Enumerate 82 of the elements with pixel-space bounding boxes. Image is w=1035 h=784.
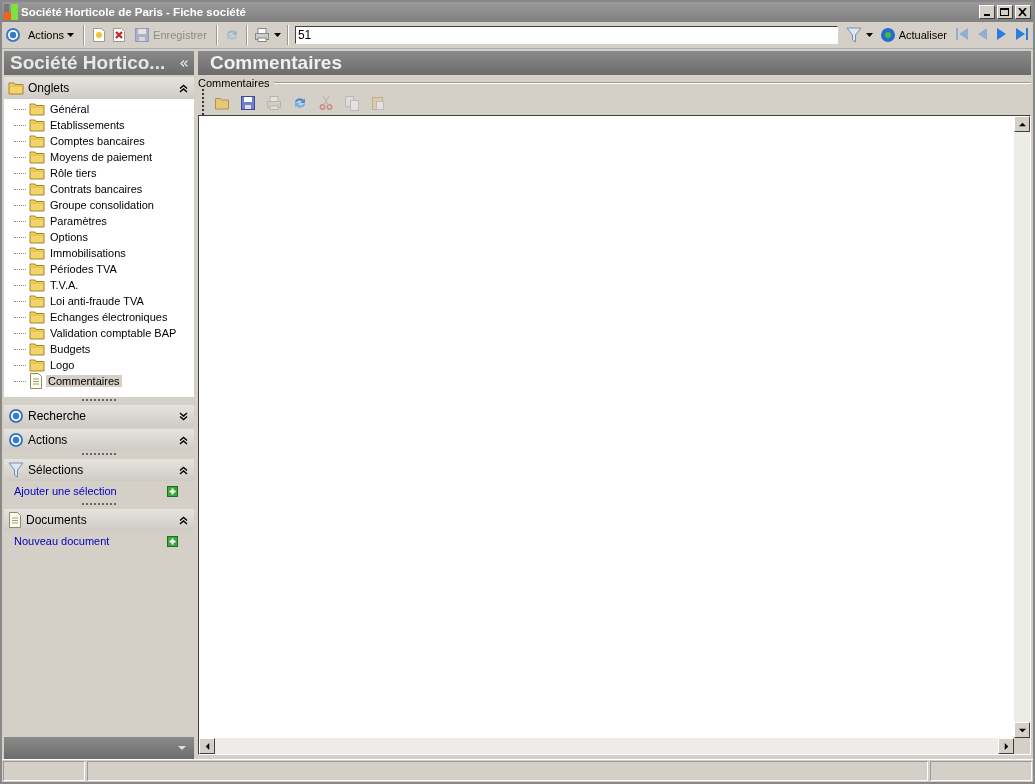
add-link[interactable]: Nouveau document — [14, 535, 110, 547]
filter-icon — [8, 462, 24, 478]
tab-item[interactable]: Commentaires — [46, 375, 122, 387]
maximize-icon — [1000, 7, 1010, 17]
down-arrow-icon[interactable] — [1018, 726, 1026, 734]
collapse-icon[interactable] — [179, 515, 188, 525]
tab-item[interactable]: Contrats bancaires — [48, 183, 145, 195]
collapse-icon[interactable] — [179, 83, 188, 93]
folder-icon — [29, 246, 45, 260]
collapse-icon[interactable] — [179, 465, 188, 475]
folder-icon — [29, 166, 45, 180]
maximize-button[interactable] — [997, 5, 1013, 19]
circle-icon — [8, 408, 24, 424]
add-link[interactable]: Ajouter une sélection — [14, 485, 117, 497]
document-icon — [29, 373, 43, 389]
horizontal-scrollbar[interactable] — [199, 738, 1014, 754]
section-title: Onglets — [28, 81, 71, 95]
page-title: Commentaires — [198, 51, 1031, 75]
tab-item[interactable]: Périodes TVA — [48, 263, 119, 275]
minimize-icon — [984, 14, 990, 16]
minimize-button[interactable] — [979, 5, 995, 19]
tab-item[interactable]: Budgets — [48, 343, 93, 355]
tab-item[interactable]: Loi anti-fraude TVA — [48, 295, 146, 307]
folder-icon — [29, 214, 45, 228]
panel-title: Société Hortico... — [10, 52, 166, 74]
tab-item[interactable]: Logo — [48, 359, 77, 371]
tab-item[interactable]: Paramètres — [48, 215, 109, 227]
vertical-scrollbar[interactable] — [1014, 116, 1030, 738]
caret-icon[interactable] — [67, 33, 75, 37]
left-arrow-icon[interactable] — [203, 742, 211, 750]
last-icon[interactable] — [1014, 26, 1030, 42]
document-icon — [8, 512, 22, 528]
circle-icon — [8, 432, 24, 448]
tab-item[interactable]: Immobilisations — [48, 247, 128, 259]
search-field[interactable]: 51 — [294, 26, 838, 44]
up-arrow-icon[interactable] — [1018, 120, 1026, 128]
folder-icon — [29, 326, 45, 340]
add-icon[interactable] — [167, 535, 178, 547]
folder-icon — [29, 262, 45, 276]
actions-menu[interactable]: Actions — [25, 27, 78, 43]
refresh-icon — [879, 27, 896, 43]
tab-item[interactable]: Comptes bancaires — [48, 135, 147, 147]
group-label: Commentaires — [198, 77, 270, 89]
folder-icon — [29, 294, 45, 308]
right-arrow-icon[interactable] — [1002, 742, 1010, 750]
close-button[interactable] — [1015, 5, 1031, 19]
add-icon[interactable] — [167, 485, 178, 497]
caret-icon[interactable] — [865, 33, 873, 37]
expand-icon[interactable] — [179, 411, 188, 421]
new-icon[interactable] — [91, 27, 108, 43]
app-logo-icon — [4, 4, 18, 20]
tab-item[interactable]: Rôle tiers — [48, 167, 99, 179]
tab-item[interactable]: Général — [48, 103, 92, 115]
close-icon — [1018, 7, 1028, 17]
save-icon[interactable] — [240, 95, 256, 111]
folder-icon — [29, 150, 45, 164]
folder-icon — [8, 81, 24, 95]
folder-icon — [29, 198, 45, 212]
folder-icon — [29, 278, 45, 292]
delete-icon[interactable] — [111, 27, 128, 43]
tab-item[interactable]: Validation comptable BAP — [48, 327, 179, 339]
folder-icon — [29, 342, 45, 356]
tab-item[interactable]: T.V.A. — [48, 279, 81, 291]
caret-icon[interactable] — [273, 33, 281, 37]
refresh-button[interactable]: Actualiser — [876, 25, 950, 45]
tab-item[interactable]: Echanges électroniques — [48, 311, 170, 323]
collapse-panel-icon[interactable] — [180, 59, 188, 67]
tab-item[interactable]: Etablissements — [48, 119, 127, 131]
tab-item[interactable]: Options — [48, 231, 90, 243]
folder-icon — [29, 102, 45, 116]
tab-item[interactable]: Moyens de paiement — [48, 151, 155, 163]
circle-icon — [5, 27, 21, 43]
folder-icon — [29, 182, 45, 196]
folder-icon — [29, 230, 45, 244]
folder-icon — [29, 118, 45, 132]
folder-icon — [29, 358, 45, 372]
filter-icon — [845, 27, 862, 43]
folder-icon — [29, 310, 45, 324]
tab-item[interactable]: Groupe consolidation — [48, 199, 156, 211]
collapse-icon[interactable] — [179, 435, 188, 445]
window-title: Société Horticole de Paris - Fiche société — [21, 6, 247, 18]
folder-icon — [29, 134, 45, 148]
